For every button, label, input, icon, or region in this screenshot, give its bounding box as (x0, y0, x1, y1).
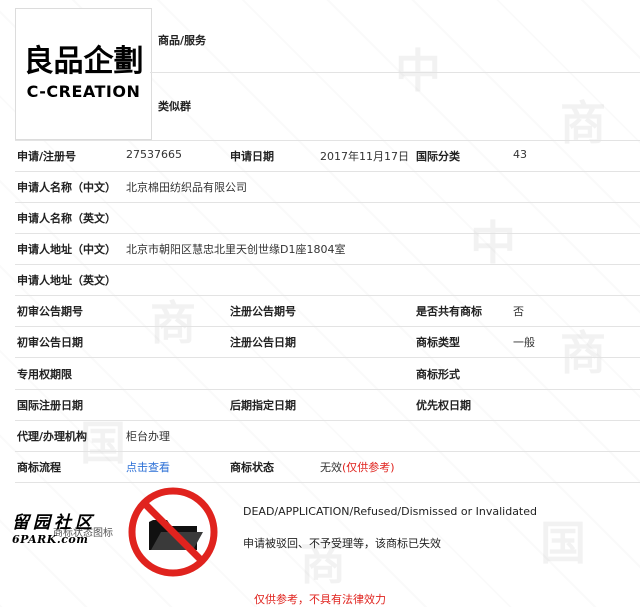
watermark-glyph: 商 (150, 296, 196, 350)
agent-value: 柜台办理 (126, 430, 170, 443)
process-link[interactable]: 点击查看 (126, 459, 170, 475)
trademark-logo: 良品企劃 C-CREATION (15, 8, 152, 140)
dead-folder-icon (128, 487, 218, 577)
address-cn-label: 申请人地址（中文） (17, 243, 116, 256)
intl-reg-date-label: 国际注册日期 (17, 399, 83, 412)
goods-services-label: 商品/服务 (158, 34, 207, 47)
divider (15, 295, 640, 296)
divider (15, 451, 640, 452)
process-label: 商标流程 (17, 461, 61, 474)
apply-date-label: 申请日期 (230, 150, 274, 163)
divider (15, 140, 640, 141)
divider (15, 420, 640, 421)
type-value: 一般 (513, 336, 535, 349)
shared-value: 否 (513, 305, 524, 318)
watermark-glyph: 商 (560, 326, 606, 380)
shared-label: 是否共有商标 (416, 305, 482, 318)
applicant-en-label: 申请人名称（英文） (17, 212, 116, 225)
watermark-top-text: 留园社区 (12, 513, 96, 533)
reg-notice-no-label: 注册公告期号 (230, 305, 296, 318)
divider (15, 202, 640, 203)
status-cn-text: 申请被驳回、不予受理等，该商标已失效 (243, 537, 441, 550)
later-date-label: 后期指定日期 (230, 399, 296, 412)
logo-en-text: C-CREATION (26, 82, 141, 101)
form-label: 商标形式 (416, 368, 460, 381)
divider (15, 171, 640, 172)
divider (15, 357, 640, 358)
watermark-glyph: 国 (540, 516, 586, 570)
status-label: 商标状态 (230, 461, 274, 474)
intl-class-label: 国际分类 (416, 150, 460, 163)
divider (15, 482, 640, 483)
watermark-glyph: 中 (395, 44, 441, 98)
prelim-no-label: 初审公告期号 (17, 305, 83, 318)
reg-no-label: 申请/注册号 (17, 150, 77, 163)
address-en-label: 申请人地址（英文） (17, 274, 116, 287)
watermark-glyph: 中 (470, 216, 516, 270)
type-label: 商标类型 (416, 336, 460, 349)
similar-group-label: 类似群 (158, 100, 191, 113)
priority-date-label: 优先权日期 (416, 399, 471, 412)
divider (15, 233, 640, 234)
intl-class-value: 43 (513, 148, 527, 161)
status-note: (仅供参考) (342, 461, 395, 474)
site-watermark: 留园社区 6PARK.com (12, 508, 96, 546)
status-value-group: 无效(仅供参考) (320, 459, 395, 475)
status-en-text: DEAD/APPLICATION/Refused/Dismissed or In… (243, 505, 537, 518)
applicant-cn-label: 申请人名称（中文） (17, 181, 116, 194)
logo-cjk-text: 良品企劃 (23, 44, 144, 79)
divider (15, 389, 640, 390)
exclusive-label: 专用权期限 (17, 368, 72, 381)
apply-date-value: 2017年11月17日 (320, 150, 409, 163)
disclaimer-footer: 仅供参考，不具有法律效力 (254, 593, 386, 606)
status-value: 无效 (320, 461, 342, 474)
reg-notice-date-label: 注册公告日期 (230, 336, 296, 349)
agent-label: 代理/办理机构 (17, 430, 88, 443)
reg-no-value: 27537665 (126, 148, 182, 161)
divider (15, 326, 640, 327)
prelim-date-label: 初审公告日期 (17, 336, 83, 349)
watermark-bottom-text: 6PARK.com (12, 533, 89, 546)
divider (15, 264, 640, 265)
applicant-cn-value: 北京棉田纺织品有限公司 (126, 181, 247, 194)
divider (150, 72, 640, 73)
address-cn-value: 北京市朝阳区慧忠北里天创世缘D1座1804室 (126, 243, 346, 256)
